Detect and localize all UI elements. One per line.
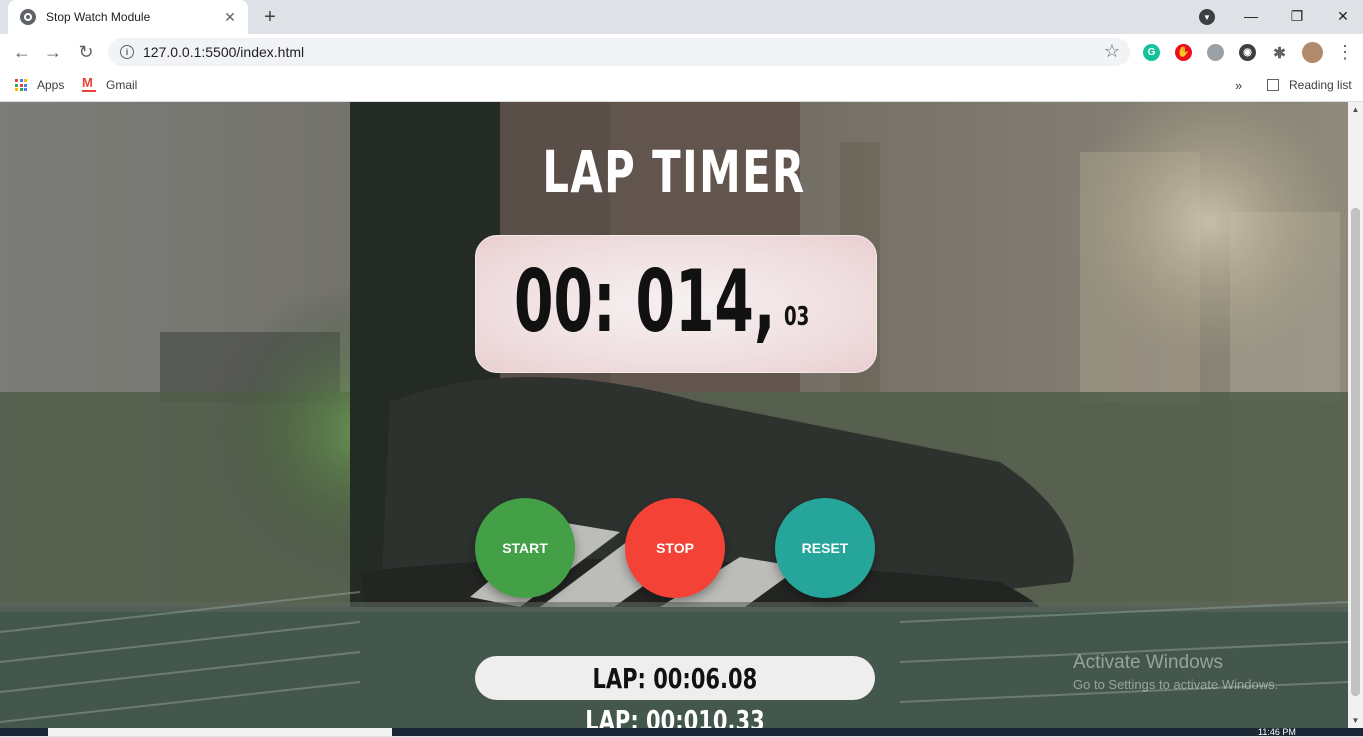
tab-strip: Stop Watch Module ✕ + ▼ — ❐ ✕: [0, 0, 1363, 34]
tab-search-icon[interactable]: ▼: [1199, 9, 1215, 25]
reading-list-icon: [1267, 79, 1279, 91]
lap-item: LAP: 00:06.08: [475, 656, 875, 700]
scroll-down-arrow-icon[interactable]: ▼: [1348, 716, 1363, 725]
address-bar[interactable]: i 127.0.0.1:5500/index.html ☆: [108, 38, 1130, 66]
profile-avatar[interactable]: [1302, 42, 1323, 63]
tab-title: Stop Watch Module: [46, 10, 151, 24]
bookmark-apps[interactable]: Apps: [15, 78, 64, 92]
forward-button[interactable]: →: [41, 40, 65, 64]
bookmark-apps-label: Apps: [37, 78, 65, 92]
globe-extension-icon[interactable]: [1207, 44, 1224, 61]
gmail-icon: [82, 75, 96, 92]
browser-tab[interactable]: Stop Watch Module ✕: [8, 0, 248, 34]
close-window-button[interactable]: ✕: [1330, 4, 1356, 28]
apps-grid-icon: [15, 79, 27, 91]
start-button[interactable]: START: [475, 498, 575, 598]
close-icon[interactable]: ✕: [222, 9, 238, 26]
back-button[interactable]: ←: [10, 40, 34, 64]
taskbar-clock: 11:46 PM: [1258, 727, 1296, 737]
windows-taskbar: 11:46 PM: [0, 727, 1363, 737]
reading-list-button[interactable]: Reading list: [1267, 78, 1352, 92]
scroll-up-arrow-icon[interactable]: ▲: [1348, 105, 1363, 114]
browser-toolbar: ← → ↻ i 127.0.0.1:5500/index.html ☆ G ✋ …: [0, 34, 1363, 70]
reading-list-label: Reading list: [1289, 78, 1352, 92]
restore-button[interactable]: ❐: [1284, 4, 1310, 28]
page-viewport: LAP TIMER 00: 014, 03 START STOP RESET L…: [0, 102, 1348, 728]
page-title: LAP TIMER: [542, 138, 806, 206]
timer-main-value: 00: 014,: [514, 252, 776, 352]
timer-milliseconds: 03: [784, 302, 810, 332]
taskbar-search-box[interactable]: [48, 728, 392, 736]
bookmarks-bar: Apps Gmail » Reading list: [0, 70, 1363, 102]
reset-button[interactable]: RESET: [775, 498, 875, 598]
windows-activation-watermark: Activate Windows Go to Settings to activ…: [1073, 652, 1278, 692]
menu-icon[interactable]: ⋮: [1336, 42, 1354, 62]
bookmark-gmail[interactable]: Gmail: [82, 75, 138, 92]
watermark-title: Activate Windows: [1073, 652, 1223, 673]
extensions-puzzle-icon[interactable]: ✱: [1271, 44, 1288, 62]
bookmark-star-icon[interactable]: ☆: [1104, 41, 1120, 62]
watermark-subtitle: Go to Settings to activate Windows.: [1073, 677, 1279, 692]
lap-item-partial: LAP: 00:010.33: [585, 704, 765, 728]
scroll-thumb[interactable]: [1351, 208, 1360, 696]
globe-icon: [20, 9, 36, 25]
info-icon[interactable]: i: [120, 45, 134, 59]
timer-display: 00: 014, 03: [475, 235, 877, 373]
url-text[interactable]: 127.0.0.1:5500/index.html: [143, 44, 304, 60]
stop-button[interactable]: STOP: [625, 498, 725, 598]
screen-record-icon[interactable]: ◉: [1239, 44, 1256, 61]
new-tab-button[interactable]: +: [258, 5, 282, 29]
bookmark-gmail-label: Gmail: [106, 78, 138, 92]
lap-time: LAP: 00:06.08: [592, 661, 758, 695]
bookmarks-overflow-button[interactable]: »: [1235, 78, 1242, 93]
minimize-button[interactable]: —: [1238, 4, 1264, 28]
reload-button[interactable]: ↻: [74, 40, 98, 64]
adblock-icon[interactable]: ✋: [1175, 44, 1192, 61]
vertical-scrollbar[interactable]: ▲ ▼: [1348, 102, 1363, 728]
grammarly-icon[interactable]: G: [1143, 44, 1160, 61]
